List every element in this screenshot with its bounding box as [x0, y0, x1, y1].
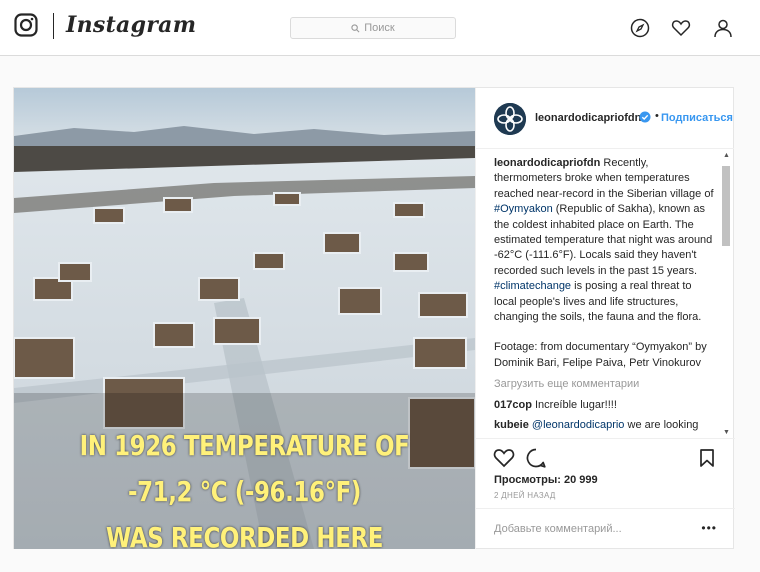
post-timestamp[interactable]: 2 ДНЕЙ НАЗАД: [494, 491, 556, 500]
avatar[interactable]: [494, 103, 526, 135]
load-more-comments-button[interactable]: Загрузить еще комментарии: [494, 377, 716, 392]
hashtag-link[interactable]: #climatechange: [494, 280, 571, 292]
like-heart-icon[interactable]: [493, 447, 515, 469]
separator-dot: •: [655, 110, 659, 122]
post-sidebar: leonardodicapriofdn • Подписаться leonar…: [475, 88, 735, 549]
video-caption-overlay: IN 1926 TEMPERATURE OF -71,2 °C (-96.16°…: [14, 423, 475, 549]
foundation-logo-icon: [494, 103, 526, 135]
caption-footage-credit: Footage: from documentary “Oymyakon” by …: [494, 341, 707, 369]
comment-text: Increíble lugar!!!!: [531, 398, 617, 411]
post-actions: Просмотры: 20 999 2 ДНЕЙ НАЗАД: [476, 438, 735, 500]
comment-icon[interactable]: [525, 447, 547, 469]
follow-button[interactable]: Подписаться: [661, 112, 734, 124]
mention-link[interactable]: @leonardodicaprio: [532, 419, 625, 431]
comment-username[interactable]: 017cop: [494, 399, 532, 411]
search-input[interactable]: Поиск: [290, 17, 456, 39]
comment-item: kubeie @leonardodicaprio we are looking: [494, 418, 716, 433]
scroll-up-arrow-icon[interactable]: ▲: [723, 152, 730, 159]
comments-scrollbar[interactable]: ▲ ▼: [722, 152, 730, 436]
video-caption-line: WAS RECORDED HERE: [105, 521, 384, 549]
save-bookmark-icon[interactable]: [696, 447, 718, 469]
top-nav-bar: Instagram Поиск: [0, 0, 760, 56]
more-options-icon[interactable]: •••: [701, 521, 717, 535]
comment-item: 017cop Increíble lugar!!!!: [494, 398, 716, 413]
post-card: IN 1926 TEMPERATURE OF -71,2 °C (-96.16°…: [13, 87, 735, 549]
video-caption-line: -71,2 °C (-96.16°F): [127, 475, 362, 508]
compass-icon[interactable]: [630, 18, 650, 38]
user-icon[interactable]: [713, 18, 733, 38]
views-count[interactable]: Просмотры: 20 999: [494, 474, 598, 486]
add-comment-input[interactable]: Добавьте комментарий...: [494, 523, 622, 535]
hashtag-link[interactable]: #Oymyakon: [494, 203, 553, 215]
video-caption-line: IN 1926 TEMPERATURE OF: [79, 429, 410, 462]
search-placeholder: Поиск: [364, 22, 395, 34]
caption-username[interactable]: leonardodicapriofdn: [494, 157, 600, 169]
post-caption: leonardodicapriofdn Recently, thermomete…: [494, 156, 716, 325]
search-icon: [351, 23, 360, 32]
heart-icon[interactable]: [671, 18, 691, 38]
logo-divider: [53, 13, 54, 39]
add-comment-section: Добавьте комментарий... •••: [476, 508, 735, 549]
comment-username[interactable]: kubeie: [494, 419, 529, 431]
comment-text: we are looking: [624, 419, 699, 432]
post-username[interactable]: leonardodicapriofdn: [535, 112, 641, 124]
post-header: leonardodicapriofdn • Подписаться: [476, 88, 734, 149]
comments-section: leonardodicapriofdn Recently, thermomete…: [476, 150, 735, 438]
instagram-wordmark[interactable]: Instagram: [66, 12, 196, 38]
verified-badge-icon: [639, 111, 651, 123]
scrollbar-thumb[interactable]: [722, 166, 730, 246]
scroll-down-arrow-icon[interactable]: ▼: [723, 429, 730, 436]
instagram-logo-icon[interactable]: [14, 13, 38, 37]
post-video[interactable]: IN 1926 TEMPERATURE OF -71,2 °C (-96.16°…: [14, 88, 475, 549]
